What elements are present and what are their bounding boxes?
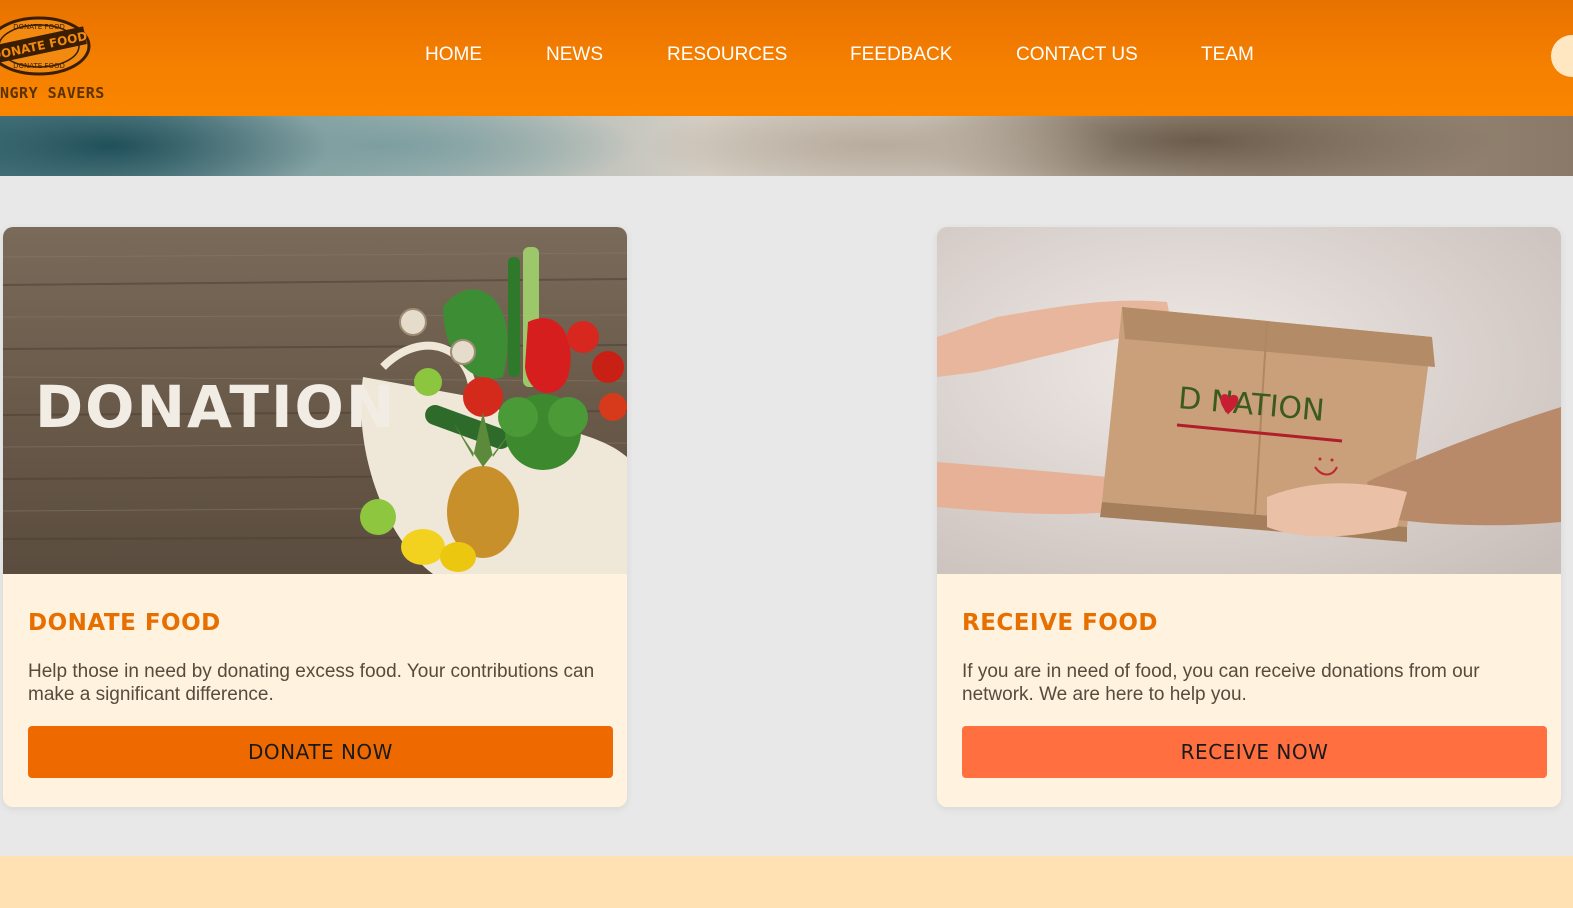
donate-food-logo[interactable]: DONATE FOOD DONATE FOOD DONATE FOOD [0,14,92,78]
brand-name: NGRY SAVERS [0,84,105,102]
nav-link-resources[interactable]: RESOURCES [667,44,787,66]
donate-food-title: DONATE FOOD [28,610,221,636]
image-caption-donation: DONATION [35,373,396,441]
donation-vegetables-image: DONATION [3,227,627,574]
receive-food-title: RECEIVE FOOD [962,610,1158,636]
svg-text:DONATE FOOD: DONATE FOOD [13,62,65,70]
donate-now-button[interactable]: DONATE NOW [28,726,613,778]
hero-banner [0,116,1573,176]
receive-food-card: D NATION RECEIVE FOOD If you are in need… [937,227,1561,807]
nav-link-contact-us[interactable]: CONTACT US [1016,44,1138,66]
nav-link-team[interactable]: TEAM [1201,44,1254,66]
nav-link-home[interactable]: HOME [425,44,482,66]
receive-now-button[interactable]: RECEIVE NOW [962,726,1547,778]
nav-link-news[interactable]: NEWS [546,44,603,66]
donate-food-card: DONATION DONATE FOOD Help those in need … [3,227,627,807]
donate-food-description: Help those in need by donating excess fo… [28,661,595,705]
nav-link-feedback[interactable]: FEEDBACK [850,44,952,66]
svg-text:DONATE FOOD: DONATE FOOD [13,23,65,31]
site-footer [0,856,1573,908]
header-action-button[interactable] [1551,35,1573,77]
receive-food-description: If you are in need of food, you can rece… [962,661,1480,705]
site-header: DONATE FOOD DONATE FOOD DONATE FOOD NGRY… [0,0,1573,116]
donation-box-image: D NATION [937,227,1561,574]
